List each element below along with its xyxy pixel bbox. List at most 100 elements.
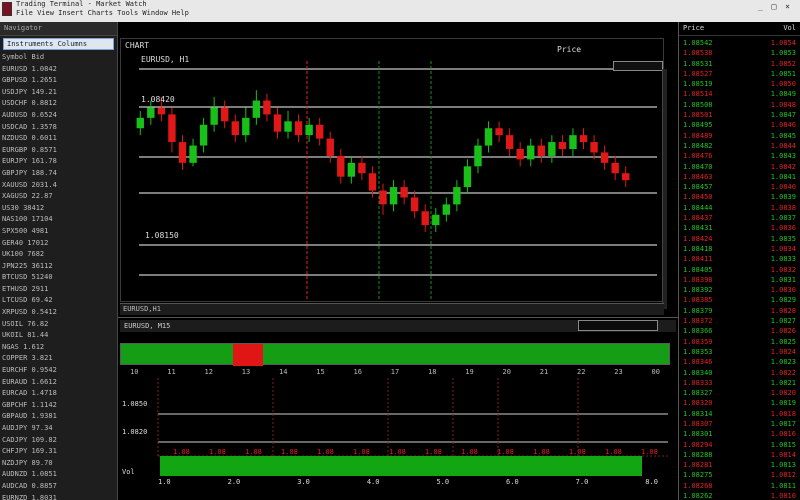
sidebar-item[interactable]: EURUSD 1.0842	[0, 64, 117, 76]
sidebar-item[interactable]: NZDJPY 89.70	[0, 458, 117, 470]
depth-volume: 1.0811	[770, 481, 796, 490]
depth-row[interactable]: 1.08450 1.0839	[679, 193, 800, 203]
depth-row[interactable]: 1.08431 1.0836	[679, 224, 800, 234]
depth-row[interactable]: 1.08519 1.0850	[679, 80, 800, 90]
sidebar-item[interactable]: SPX500 4981	[0, 226, 117, 238]
depth-row[interactable]: 1.08268 1.0811	[679, 482, 800, 492]
sidebar-item[interactable]: USDCAD 1.3578	[0, 122, 117, 134]
sidebar-item[interactable]: AUDUSD 0.6524	[0, 110, 117, 122]
depth-row[interactable]: 1.08281 1.0813	[679, 461, 800, 471]
depth-row[interactable]: 1.08301 1.0816	[679, 430, 800, 440]
sidebar-item[interactable]: AUDNZD 1.0851	[0, 469, 117, 481]
sidebar-item[interactable]: GBPJPY 188.74	[0, 168, 117, 180]
sidebar-item[interactable]: EURGBP 0.8571	[0, 145, 117, 157]
depth-row[interactable]: 1.08385 1.0829	[679, 296, 800, 306]
depth-row[interactable]: 1.08538 1.0853	[679, 49, 800, 59]
depth-volume: 1.0844	[770, 141, 796, 150]
depth-row[interactable]: 1.08444 1.0838	[679, 204, 800, 214]
depth-price: 1.08463	[683, 172, 713, 181]
sidebar-item[interactable]: BTCUSD 51240	[0, 272, 117, 284]
timeline-selection[interactable]	[233, 344, 263, 366]
sidebar-item[interactable]: XAUUSD 2031.4	[0, 180, 117, 192]
depth-row[interactable]: 1.08463 1.0841	[679, 173, 800, 183]
depth-row[interactable]: 1.08307 1.0817	[679, 420, 800, 430]
price-box[interactable]	[613, 61, 663, 71]
sidebar-item[interactable]: NZDUSD 0.6011	[0, 133, 117, 145]
sidebar-item[interactable]: AUDJPY 97.34	[0, 423, 117, 435]
sidebar-item[interactable]: USDCHF 0.8812	[0, 98, 117, 110]
depth-row[interactable]: 1.08482 1.0844	[679, 142, 800, 152]
sidebar-item[interactable]: EURJPY 161.78	[0, 156, 117, 168]
sidebar-item[interactable]: NGAS 1.612	[0, 342, 117, 354]
sidebar-item[interactable]: XRPUSD 0.5412	[0, 307, 117, 319]
sidebar-item[interactable]: USDJPY 149.21	[0, 87, 117, 99]
sidebar-item[interactable]: JPN225 36112	[0, 261, 117, 273]
sidebar-item[interactable]: GBPCHF 1.1142	[0, 400, 117, 412]
depth-row[interactable]: 1.08294 1.0815	[679, 441, 800, 451]
sidebar-item[interactable]: UK100 7682	[0, 249, 117, 261]
candlestick-chart[interactable]	[121, 39, 663, 301]
sidebar-search-input[interactable]: Instruments Columns	[3, 38, 114, 50]
depth-row[interactable]: 1.08476 1.0843	[679, 152, 800, 162]
depth-row[interactable]: 1.08327 1.0820	[679, 389, 800, 399]
depth-row[interactable]: 1.08418 1.0834	[679, 245, 800, 255]
sidebar-item[interactable]: GER40 17012	[0, 238, 117, 250]
chart-symbol-label: EURUSD, H1	[141, 55, 190, 64]
depth-row[interactable]: 1.08424 1.0835	[679, 235, 800, 245]
chart-scrollbar[interactable]	[662, 69, 667, 309]
depth-row[interactable]: 1.08411 1.0833	[679, 255, 800, 265]
window-controls[interactable]: _ □ ×	[758, 2, 792, 11]
sidebar-item[interactable]: CADJPY 109.82	[0, 435, 117, 447]
depth-row[interactable]: 1.08508 1.0848	[679, 101, 800, 111]
depth-row[interactable]: 1.08346 1.0823	[679, 358, 800, 368]
sidebar-item[interactable]: Symbol Bid	[0, 52, 117, 64]
depth-row[interactable]: 1.08392 1.0830	[679, 286, 800, 296]
sidebar-item[interactable]: GBPAUD 1.9381	[0, 411, 117, 423]
sidebar-item[interactable]: XAGUSD 22.87	[0, 191, 117, 203]
depth-row[interactable]: 1.08470 1.0842	[679, 163, 800, 173]
sidebar-item[interactable]: COPPER 3.821	[0, 353, 117, 365]
depth-row[interactable]: 1.08379 1.0828	[679, 307, 800, 317]
sidebar-item[interactable]: EURCAD 1.4718	[0, 388, 117, 400]
depth-row[interactable]: 1.08457 1.0840	[679, 183, 800, 193]
depth-row[interactable]: 1.08275 1.0812	[679, 471, 800, 481]
depth-row[interactable]: 1.08359 1.0825	[679, 338, 800, 348]
sidebar-item[interactable]: ETHUSD 2911	[0, 284, 117, 296]
depth-price: 1.08508	[683, 100, 713, 109]
sidebar-item[interactable]: GBPUSD 1.2651	[0, 75, 117, 87]
depth-row[interactable]: 1.08340 1.0822	[679, 369, 800, 379]
depth-row[interactable]: 1.08495 1.0846	[679, 121, 800, 131]
depth-row[interactable]: 1.08314 1.0818	[679, 410, 800, 420]
depth-row[interactable]: 1.08405 1.0832	[679, 266, 800, 276]
sidebar-item[interactable]: CHFJPY 169.31	[0, 446, 117, 458]
depth-row[interactable]: 1.08489 1.0845	[679, 132, 800, 142]
depth-row[interactable]: 1.08531 1.0852	[679, 60, 800, 70]
menu-bar[interactable]: File View Insert Charts Tools Window Hel…	[16, 9, 189, 17]
chart-panel[interactable]: CHART EURUSD, H1 Price 1.08420 1.08150	[120, 38, 667, 309]
depth-row[interactable]: 1.08288 1.0814	[679, 451, 800, 461]
depth-row[interactable]: 1.08514 1.0849	[679, 90, 800, 100]
depth-row[interactable]: 1.08527 1.0851	[679, 70, 800, 80]
sidebar-item[interactable]: NAS100 17104	[0, 214, 117, 226]
sidebar-item[interactable]: LTCUSD 69.42	[0, 295, 117, 307]
sidebar-item[interactable]: USOIL 76.82	[0, 319, 117, 331]
sidebar-item[interactable]: EURNZD 1.8031	[0, 493, 117, 500]
timeline-bar[interactable]	[120, 343, 670, 366]
depth-row[interactable]: 1.08542 1.0854	[679, 39, 800, 49]
indicator-input-box[interactable]	[578, 320, 658, 331]
depth-row[interactable]: 1.08320 1.0819	[679, 399, 800, 409]
depth-row[interactable]: 1.08333 1.0821	[679, 379, 800, 389]
depth-row[interactable]: 1.08398 1.0831	[679, 276, 800, 286]
depth-row[interactable]: 1.08262 1.0810	[679, 492, 800, 500]
sidebar-item[interactable]: UKOIL 81.44	[0, 330, 117, 342]
depth-row[interactable]: 1.08353 1.0824	[679, 348, 800, 358]
sidebar-item[interactable]: EURAUD 1.6612	[0, 377, 117, 389]
sidebar-item[interactable]: AUDCAD 0.8857	[0, 481, 117, 493]
depth-row[interactable]: 1.08366 1.0826	[679, 327, 800, 337]
sidebar-item[interactable]: EURCHF 0.9542	[0, 365, 117, 377]
depth-row[interactable]: 1.08501 1.0847	[679, 111, 800, 121]
depth-row[interactable]: 1.08437 1.0837	[679, 214, 800, 224]
indicator-panel[interactable]: EURUSD, M15 10 11 12 13 14 15 16 17 18 19 20 21 22 23…	[118, 317, 678, 500]
depth-row[interactable]: 1.08372 1.0827	[679, 317, 800, 327]
sidebar-item[interactable]: US30 38412	[0, 203, 117, 215]
